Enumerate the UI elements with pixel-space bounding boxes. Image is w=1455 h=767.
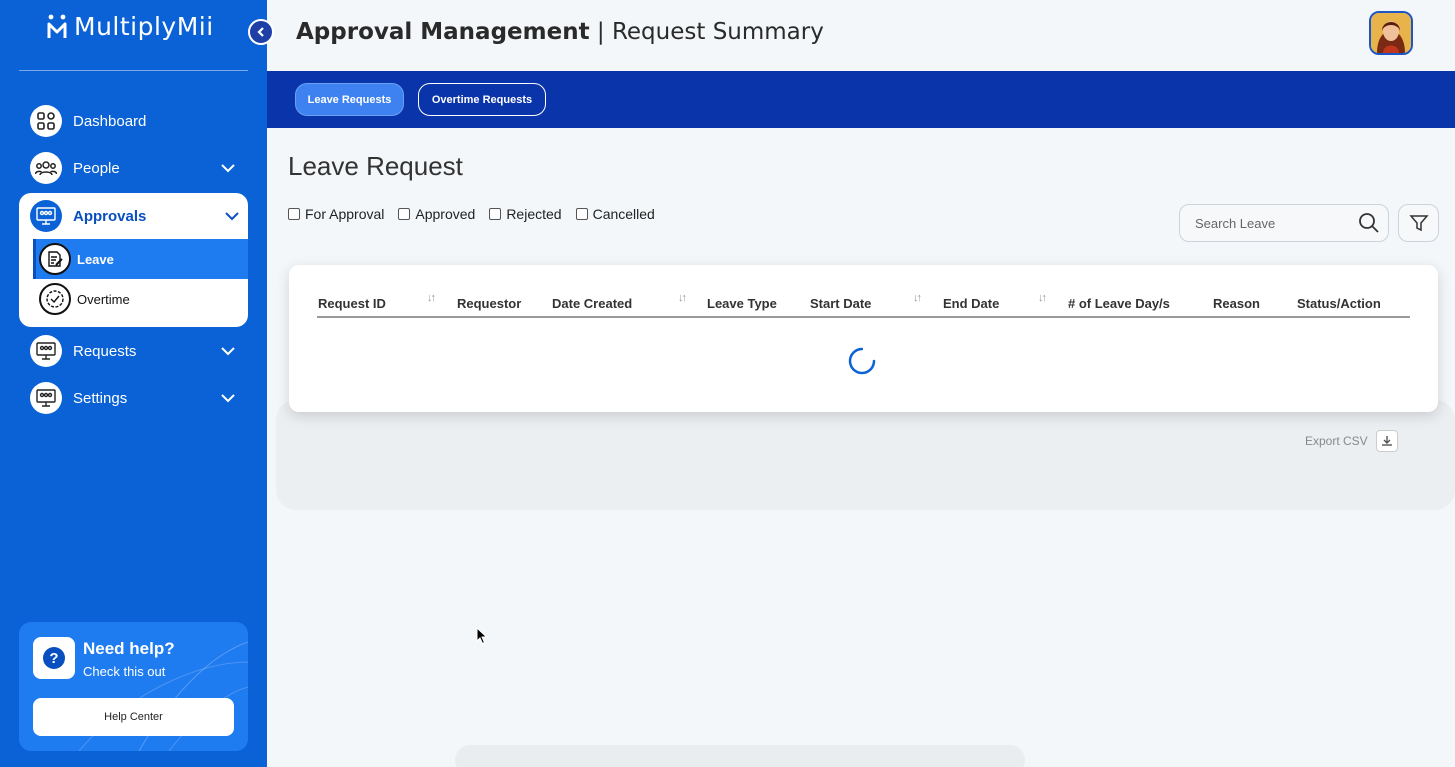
chevron-down-icon xyxy=(221,164,235,173)
logo-text: MultiplyMii xyxy=(74,12,214,41)
sidebar-item-label: Approvals xyxy=(73,207,147,225)
tabs-bar: Leave Requests Overtime Requests xyxy=(267,71,1455,128)
export-csv-button[interactable]: Export CSV xyxy=(1305,430,1398,452)
sidebar-item-label: Requests xyxy=(73,342,137,360)
sort-icon[interactable]: ↓↑ xyxy=(427,292,436,304)
column-header[interactable]: Requestor xyxy=(457,296,521,311)
people-icon xyxy=(30,152,62,184)
active-indicator xyxy=(33,239,36,279)
chevron-down-icon xyxy=(221,347,235,356)
approvals-icon xyxy=(30,200,62,232)
page-title: Approval Management | Request Summary xyxy=(296,19,824,45)
sidebar-item-settings[interactable]: Settings xyxy=(30,381,248,415)
sidebar-item-requests[interactable]: Requests xyxy=(30,334,248,368)
card-shadow xyxy=(276,400,1455,510)
column-header[interactable]: Request ID xyxy=(318,296,386,311)
search-icon[interactable] xyxy=(1358,212,1380,234)
column-header[interactable]: Start Date xyxy=(810,296,871,311)
clock-check-icon xyxy=(39,283,71,315)
user-avatar-image xyxy=(1371,13,1411,53)
sort-icon[interactable]: ↓↑ xyxy=(678,292,687,304)
checkbox[interactable] xyxy=(575,208,588,220)
sidebar-divider xyxy=(19,70,248,71)
column-header[interactable]: # of Leave Day/s xyxy=(1068,296,1170,311)
sort-icon[interactable]: ↓↑ xyxy=(913,292,922,304)
top-header: Approval Management | Request Summary xyxy=(267,0,1455,71)
mouse-cursor-icon xyxy=(476,627,488,645)
svg-text:?: ? xyxy=(49,650,58,667)
search-placeholder: Search Leave xyxy=(1195,215,1276,231)
column-header[interactable]: Leave Type xyxy=(707,296,777,311)
sidebar-subitem-label: Overtime xyxy=(77,291,130,307)
column-header[interactable]: Reason xyxy=(1213,296,1260,311)
sidebar-subitem-overtime[interactable]: Overtime xyxy=(33,279,248,319)
column-header[interactable]: End Date xyxy=(943,296,999,311)
filter-label: Cancelled xyxy=(592,206,655,222)
help-title: Need help? xyxy=(83,639,175,658)
loading-spinner-icon xyxy=(848,347,876,375)
help-card: ? Need help? Check this out Help Center xyxy=(19,622,248,751)
status-filters: For Approval Approved Rejected Cancelled xyxy=(288,206,669,222)
filter-label: Rejected xyxy=(506,206,562,222)
sidebar-item-label: People xyxy=(73,159,120,177)
filter-approved[interactable]: Approved xyxy=(398,206,475,222)
filter-for-approval[interactable]: For Approval xyxy=(288,206,384,222)
sidebar-item-approvals[interactable]: Approvals xyxy=(30,199,240,233)
chevron-down-icon xyxy=(221,394,235,403)
help-subtitle: Check this out xyxy=(83,664,166,679)
search-input[interactable]: Search Leave xyxy=(1179,204,1389,242)
requests-icon xyxy=(30,335,62,367)
checkbox[interactable] xyxy=(489,208,502,220)
bottom-shadow xyxy=(455,745,1025,767)
header-divider xyxy=(317,316,1410,318)
page-title-sub: Request Summary xyxy=(611,19,824,45)
section-title: Leave Request xyxy=(288,151,463,181)
leave-requests-table: Request ID ↓↑ Requestor Date Created ↓↑ … xyxy=(289,265,1438,412)
avatar[interactable] xyxy=(1369,11,1413,55)
sidebar-subitem-leave[interactable]: Leave xyxy=(33,239,248,279)
sidebar: MultiplyMii Dashboard People Approvals L… xyxy=(0,0,267,767)
tab-overtime-requests[interactable]: Overtime Requests xyxy=(418,83,546,116)
edit-document-icon xyxy=(39,243,71,275)
help-icon: ? xyxy=(33,637,75,679)
filter-button[interactable] xyxy=(1398,204,1439,242)
sort-icon[interactable]: ↓↑ xyxy=(1038,292,1047,304)
logo-icon xyxy=(47,14,67,38)
settings-icon xyxy=(30,382,62,414)
app-logo[interactable]: MultiplyMii xyxy=(46,12,214,41)
filter-label: Approved xyxy=(415,206,476,222)
checkbox[interactable] xyxy=(288,208,300,220)
chevron-left-icon xyxy=(257,27,264,37)
funnel-icon xyxy=(1408,215,1429,232)
checkbox[interactable] xyxy=(398,208,411,220)
filter-rejected[interactable]: Rejected xyxy=(489,206,562,222)
sidebar-item-label: Dashboard xyxy=(73,112,147,130)
grid-icon xyxy=(30,105,62,137)
tab-leave-requests[interactable]: Leave Requests xyxy=(295,83,404,116)
sidebar-item-people[interactable]: People xyxy=(30,151,248,185)
page-title-separator: | xyxy=(596,19,605,45)
export-label: Export CSV xyxy=(1305,434,1368,448)
sidebar-subitem-label: Leave xyxy=(77,251,114,267)
column-header[interactable]: Date Created xyxy=(552,296,632,311)
help-center-button[interactable]: Help Center xyxy=(33,698,234,736)
filter-label: For Approval xyxy=(305,206,385,222)
collapse-sidebar-button[interactable] xyxy=(248,19,274,45)
page-title-main: Approval Management xyxy=(296,19,590,45)
sidebar-item-dashboard[interactable]: Dashboard xyxy=(30,104,248,138)
column-header[interactable]: Status/Action xyxy=(1297,296,1381,311)
sidebar-item-label: Settings xyxy=(73,389,128,407)
download-icon xyxy=(1375,430,1398,452)
chevron-down-icon xyxy=(225,212,239,221)
filter-cancelled[interactable]: Cancelled xyxy=(575,206,655,222)
approvals-group: Approvals Leave Overtime xyxy=(19,193,248,327)
